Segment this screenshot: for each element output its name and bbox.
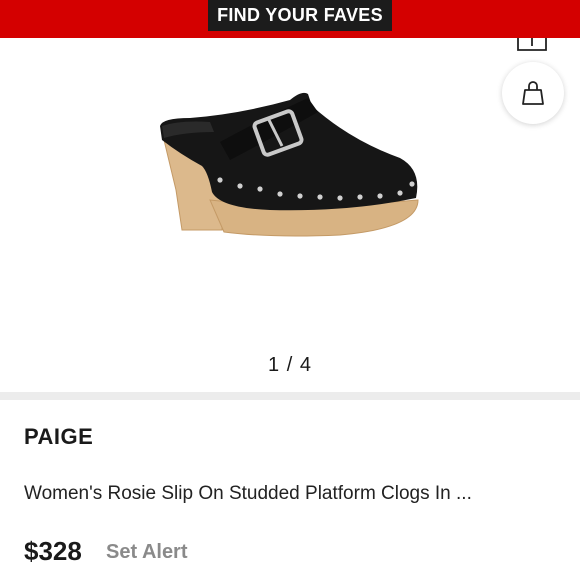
shopping-bag-icon	[522, 81, 544, 105]
product-image[interactable]	[150, 80, 430, 240]
find-your-faves-button[interactable]: FIND YOUR FAVES	[208, 0, 392, 31]
image-pager: 1 / 4	[268, 354, 312, 376]
product-price: $328	[24, 536, 82, 566]
share-icon[interactable]	[516, 38, 548, 52]
set-alert-button[interactable]: Set Alert	[106, 541, 188, 564]
product-title: Women's Rosie Slip On Studded Platform C…	[24, 483, 472, 504]
shopping-bag-button[interactable]	[502, 62, 564, 124]
section-divider	[0, 392, 580, 400]
brand-name[interactable]: PAIGE	[24, 424, 93, 450]
top-banner: FIND YOUR FAVES	[0, 0, 580, 38]
